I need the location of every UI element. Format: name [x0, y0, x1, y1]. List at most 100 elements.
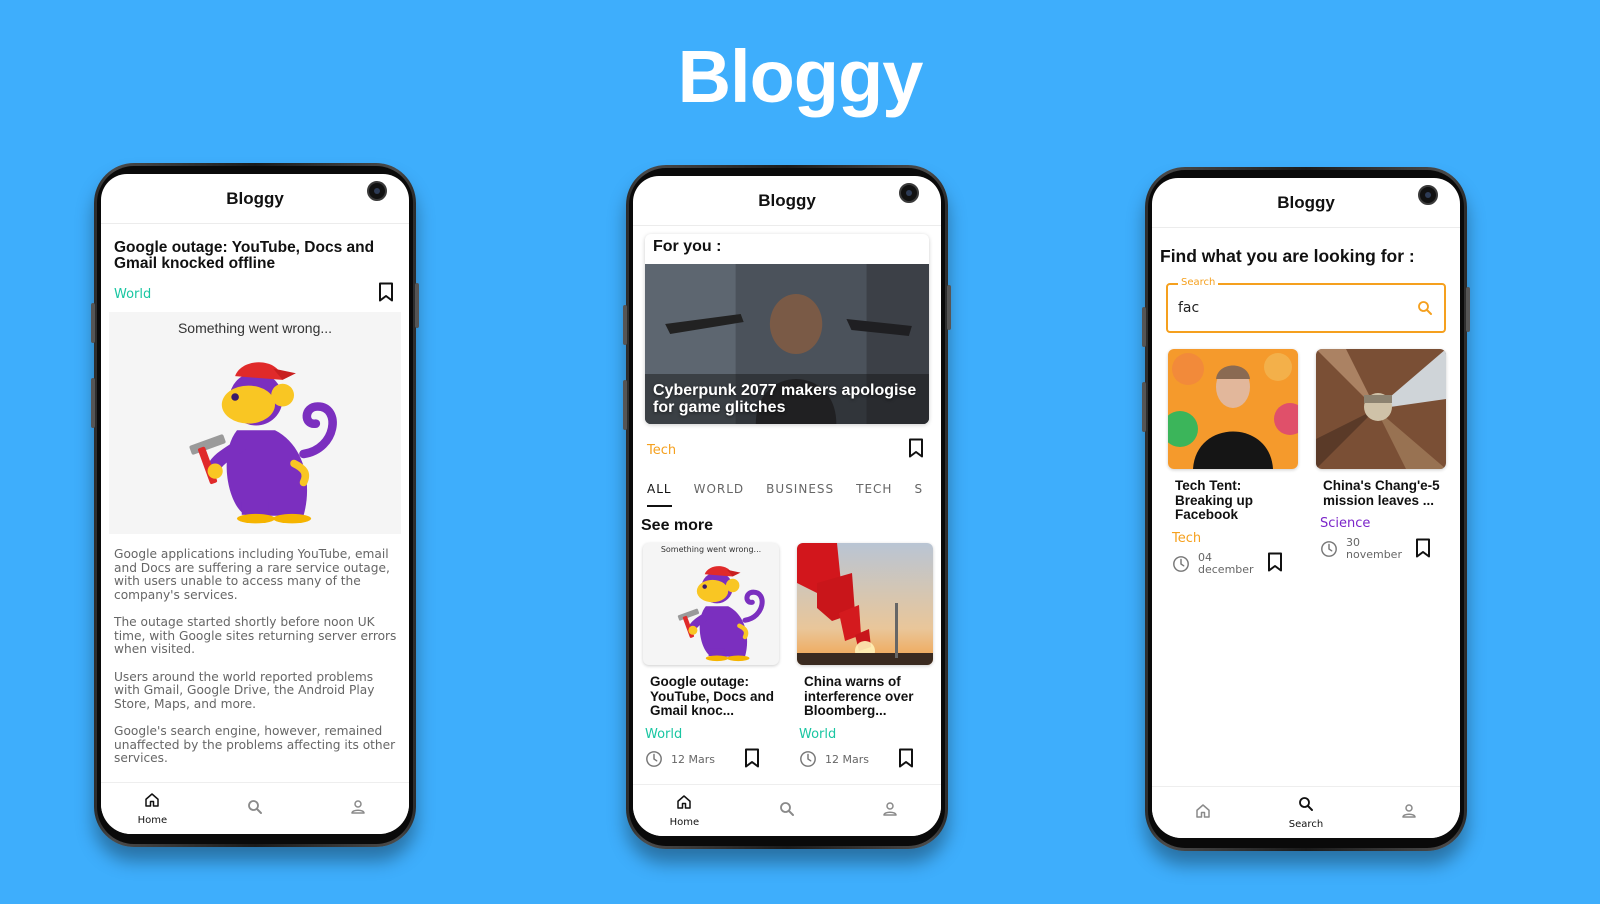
- article-paragraph: Google applications including YouTube, e…: [114, 547, 390, 602]
- nav-profile[interactable]: [1369, 802, 1449, 824]
- bookmark-icon[interactable]: [1266, 552, 1284, 575]
- tab-s[interactable]: S: [914, 482, 923, 507]
- phone-article: Bloggy Google outage: YouTube, Docs and …: [91, 163, 419, 847]
- result-card-title: China's Chang'e-5 mission leaves ...: [1323, 478, 1440, 508]
- for-you-card[interactable]: For you : Cyberpunk 2077 makers apologis…: [645, 234, 929, 424]
- article-card-title: China warns of interference over Bloombe…: [804, 674, 914, 718]
- clock-icon: [1172, 555, 1190, 573]
- article-body: Google applications including YouTube, e…: [114, 547, 397, 766]
- phone-home: Bloggy For you : Cyberpunk 2077 makers a…: [623, 165, 951, 849]
- phone-screen: Bloggy For you : Cyberpunk 2077 makers a…: [633, 176, 941, 836]
- search-field-label: Search: [1178, 277, 1219, 288]
- nav-home-label: Home: [137, 815, 168, 826]
- app-title: Bloggy: [226, 188, 284, 208]
- result-card-category[interactable]: Science: [1320, 516, 1446, 531]
- home-icon: [143, 791, 161, 809]
- result-card-date-month: november: [1346, 548, 1402, 561]
- result-card-date-day: 04: [1198, 550, 1212, 564]
- phone-screen: Bloggy Google outage: YouTube, Docs and …: [101, 174, 409, 834]
- nav-home[interactable]: Home: [112, 791, 192, 826]
- tab-tech[interactable]: TECH: [856, 482, 892, 507]
- clock-icon: [1320, 540, 1338, 558]
- article-card-category[interactable]: World: [799, 727, 933, 742]
- home-icon: [1194, 802, 1212, 820]
- monkey-illustration-icon: [161, 340, 351, 530]
- user-icon: [881, 800, 899, 818]
- article-card-category[interactable]: World: [645, 727, 779, 742]
- result-card-title: Tech Tent: Breaking up Facebook: [1175, 478, 1254, 522]
- category-tabs: ALL WORLD BUSINESS TECH S: [647, 482, 941, 507]
- result-card[interactable]: China's Chang'e-5 mission leaves ... Sci…: [1316, 349, 1446, 576]
- app-bar: Bloggy: [101, 174, 409, 224]
- article-card-title: Google outage: YouTube, Docs and Gmail k…: [650, 674, 775, 718]
- nav-home[interactable]: [1163, 802, 1243, 824]
- for-you-heading: For you :: [653, 238, 722, 255]
- bookmark-icon[interactable]: [1414, 538, 1432, 561]
- article-card-date: 12 Mars: [671, 752, 715, 766]
- user-icon: [349, 798, 367, 816]
- for-you-image: Cyberpunk 2077 makers apologise for game…: [645, 264, 929, 424]
- result-card-image: [1168, 349, 1298, 469]
- for-you-caption: Cyberpunk 2077 makers apologise for game…: [653, 382, 917, 416]
- clock-icon: [645, 750, 663, 768]
- app-title: Bloggy: [758, 190, 816, 210]
- nav-search-label: Search: [1288, 819, 1324, 830]
- phone-search: Bloggy Find what you are looking for : S…: [1142, 167, 1470, 851]
- see-more-heading: See more: [641, 517, 714, 534]
- search-icon: [1297, 795, 1315, 813]
- bottom-nav: Search: [1152, 786, 1460, 838]
- phone-screen: Bloggy Find what you are looking for : S…: [1152, 178, 1460, 838]
- article-paragraph: The outage started shortly before noon U…: [114, 615, 397, 656]
- article-card[interactable]: Something went wrong... Google outage: Y…: [643, 543, 779, 771]
- article-grid: Something went wrong... Google outage: Y…: [643, 543, 941, 771]
- facebook-portrait-icon: [1168, 349, 1298, 469]
- result-card[interactable]: Tech Tent: Breaking up Facebook Tech 04 …: [1168, 349, 1298, 576]
- china-flags-scene-icon: [797, 543, 933, 665]
- article-image: Something went wrong...: [109, 312, 401, 534]
- article-paragraph: Google's search engine, however, remaine…: [114, 724, 396, 765]
- result-card-date-month: december: [1198, 562, 1254, 576]
- article-paragraph: Users around the world reported problems…: [114, 669, 375, 711]
- space-probe-image-icon: [1316, 349, 1446, 469]
- app-bar: Bloggy: [633, 176, 941, 226]
- nav-profile[interactable]: [850, 800, 930, 822]
- search-field[interactable]: Search: [1166, 277, 1446, 333]
- monkey-illustration-icon: [661, 553, 773, 665]
- image-error-message: Something went wrong...: [177, 320, 333, 336]
- article-category[interactable]: World: [114, 287, 151, 302]
- nav-search[interactable]: [215, 798, 295, 820]
- nav-home-label: Home: [669, 817, 700, 828]
- bookmark-icon[interactable]: [377, 282, 395, 306]
- nav-home[interactable]: Home: [644, 793, 724, 828]
- article-title: Google outage: YouTube, Docs and Gmail k…: [114, 239, 375, 272]
- article-card-date: 12 Mars: [825, 752, 869, 766]
- clock-icon: [799, 750, 817, 768]
- nav-search[interactable]: Search: [1266, 795, 1346, 830]
- tab-business[interactable]: BUSINESS: [766, 482, 834, 507]
- camera-icon: [1418, 185, 1438, 205]
- for-you-category[interactable]: Tech: [647, 443, 676, 458]
- bookmark-icon[interactable]: [743, 748, 761, 771]
- bookmark-icon[interactable]: [897, 748, 915, 771]
- tab-world[interactable]: WORLD: [694, 482, 745, 507]
- camera-icon: [367, 181, 387, 201]
- home-icon: [675, 793, 693, 811]
- search-heading: Find what you are looking for :: [1160, 246, 1415, 266]
- bottom-nav: Home: [101, 782, 409, 834]
- result-card-category[interactable]: Tech: [1172, 531, 1298, 546]
- user-icon: [1400, 802, 1418, 820]
- article-card[interactable]: China warns of interference over Bloombe…: [797, 543, 933, 771]
- nav-search[interactable]: [747, 800, 827, 822]
- result-card-image: [1316, 349, 1446, 469]
- search-icon[interactable]: [1416, 299, 1434, 317]
- search-results: Tech Tent: Breaking up Facebook Tech 04 …: [1168, 349, 1460, 576]
- app-bar: Bloggy: [1152, 178, 1460, 228]
- tab-all[interactable]: ALL: [647, 482, 672, 507]
- nav-profile[interactable]: [318, 798, 398, 820]
- bookmark-icon[interactable]: [907, 438, 925, 462]
- article-card-image: [797, 543, 933, 665]
- search-icon: [778, 800, 796, 818]
- article-card-image: Something went wrong...: [643, 543, 779, 665]
- camera-icon: [899, 183, 919, 203]
- search-input[interactable]: [1178, 300, 1416, 316]
